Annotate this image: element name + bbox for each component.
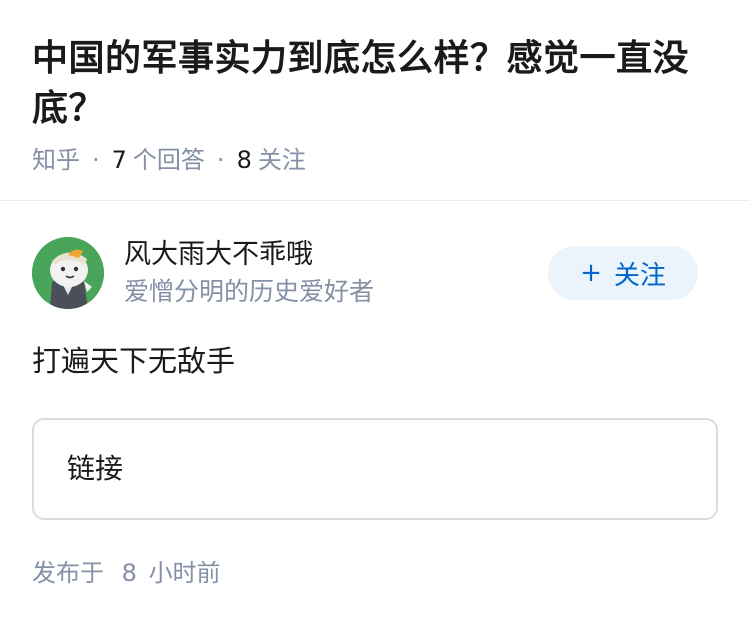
plus-icon: +	[580, 258, 602, 288]
answer-count-label[interactable]: 个回答	[133, 143, 205, 177]
meta-separator: ·	[92, 146, 100, 174]
question-meta: 知乎 · 7 个回答 · 8 关注	[32, 143, 306, 177]
answer-author: 风大雨大不乖哦 爱憎分明的历史爱好者 + 关注	[32, 234, 718, 314]
follow-button[interactable]: + 关注	[548, 246, 698, 300]
avatar-cartoon-icon	[32, 237, 104, 309]
publish-prefix: 发布于	[32, 559, 104, 587]
question-title[interactable]: 中国的军事实力到底怎么样？感觉一直没底？	[32, 34, 722, 134]
publish-time: 发布于 8 小时前	[32, 556, 221, 590]
author-bio: 爱憎分明的历史爱好者	[124, 277, 375, 306]
meta-separator: ·	[216, 146, 225, 174]
author-name[interactable]: 风大雨大不乖哦	[124, 237, 313, 273]
follower-count-label: 关注	[257, 146, 306, 174]
avatar[interactable]	[32, 237, 104, 309]
follow-label: 关注	[613, 260, 666, 291]
publish-value: 8	[121, 559, 137, 587]
link-card[interactable]: 链接	[32, 418, 718, 520]
link-card-label: 链接	[67, 452, 124, 485]
answer-text: 打遍天下无敌手	[32, 344, 236, 378]
source-label[interactable]: 知乎	[32, 143, 80, 177]
answer-count: 7	[111, 146, 127, 174]
follower-count: 8	[236, 146, 252, 174]
publish-suffix: 小时前	[148, 559, 221, 587]
question-header: 中国的军事实力到底怎么样？感觉一直没底？ 知乎 · 7 个回答 · 8 关注	[0, 0, 750, 201]
